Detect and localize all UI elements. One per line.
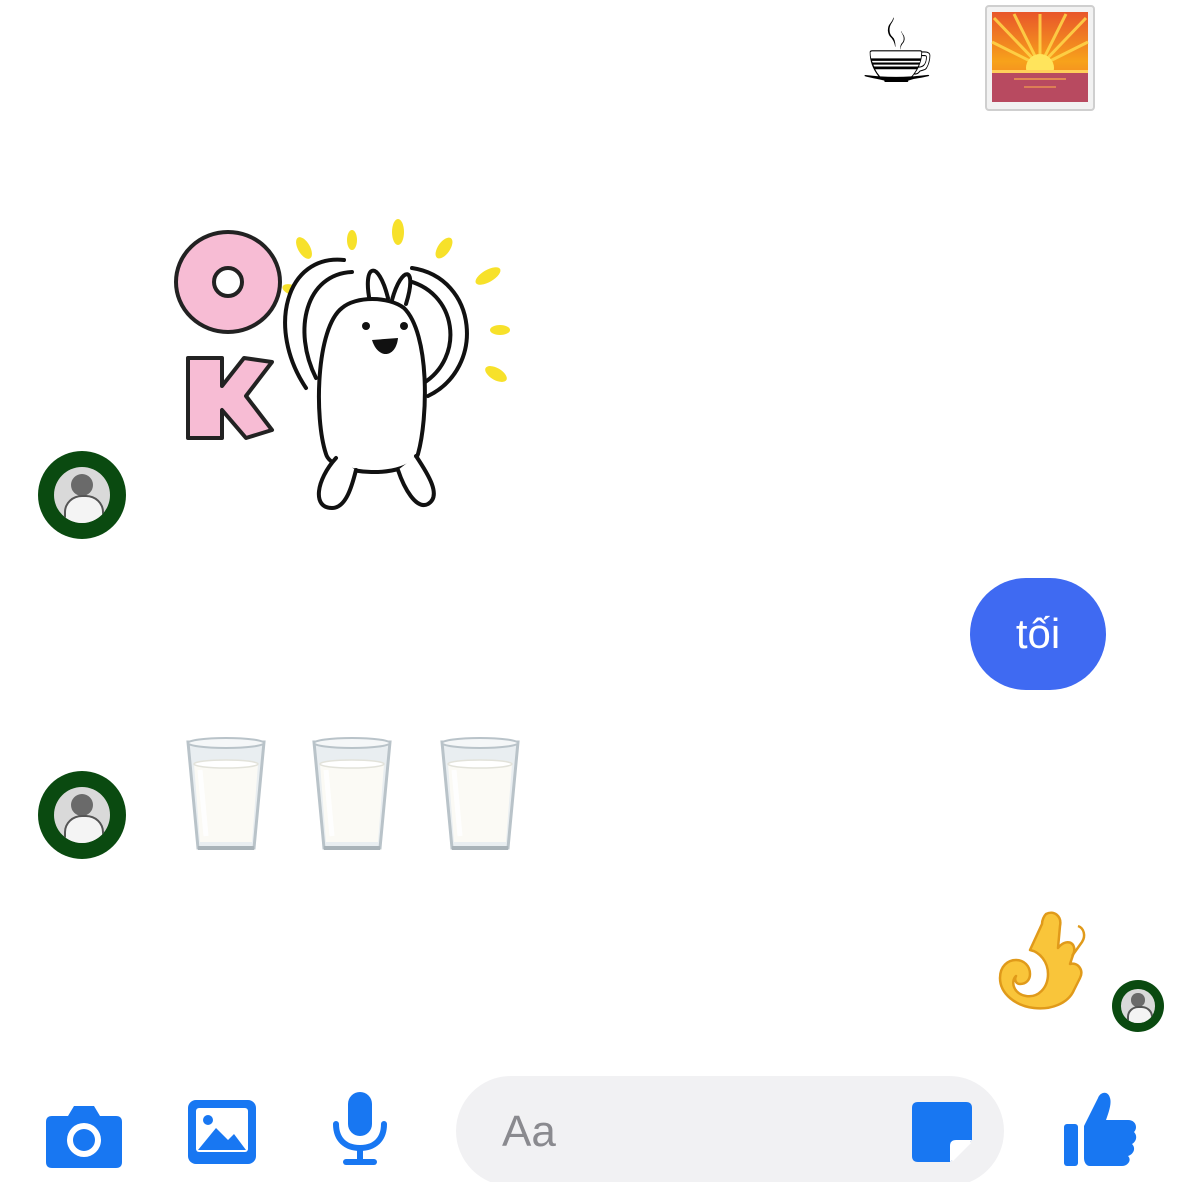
sunrise-photo-icon[interactable] bbox=[984, 4, 1096, 112]
avatar[interactable] bbox=[38, 771, 126, 859]
message-composer[interactable] bbox=[456, 1076, 1004, 1182]
camera-icon[interactable] bbox=[44, 1098, 124, 1170]
avatar[interactable] bbox=[1112, 980, 1164, 1032]
rabbit-character bbox=[283, 257, 469, 510]
thumbs-up-icon[interactable] bbox=[1062, 1090, 1138, 1168]
avatar[interactable] bbox=[38, 451, 126, 539]
message-bubble-outgoing[interactable]: tối bbox=[970, 578, 1106, 690]
ok-rabbit-sticker[interactable] bbox=[166, 218, 511, 518]
milk-glass-icon[interactable] bbox=[184, 736, 268, 854]
ok-hand-icon[interactable] bbox=[994, 908, 1090, 1012]
sticker-letter-o bbox=[174, 230, 282, 334]
coffee-emoji: ☕ bbox=[858, 0, 937, 103]
sticker-letter-k bbox=[186, 356, 274, 440]
milk-glass-icon[interactable] bbox=[310, 736, 394, 854]
microphone-icon[interactable] bbox=[330, 1090, 390, 1166]
sticker-icon[interactable] bbox=[910, 1100, 974, 1164]
image-icon[interactable] bbox=[186, 1098, 258, 1166]
message-input[interactable] bbox=[502, 1106, 882, 1158]
milk-glass-icon[interactable] bbox=[438, 736, 522, 854]
